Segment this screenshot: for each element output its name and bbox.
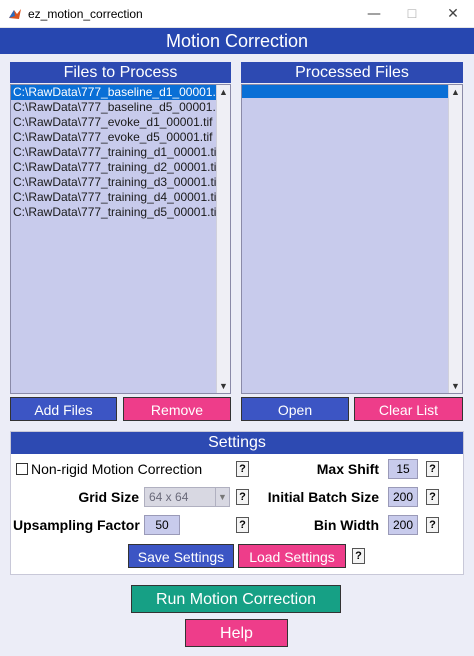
help-button[interactable]: Help	[185, 619, 288, 647]
remove-button[interactable]: Remove	[123, 397, 231, 421]
grid-size-value: 64 x 64	[149, 490, 189, 504]
initial-batch-size-input[interactable]: 200	[388, 487, 418, 507]
list-item[interactable]: C:\RawData\777_baseline_d5_00001.tif	[11, 100, 225, 115]
max-shift-label: Max Shift	[316, 461, 379, 477]
list-item[interactable]	[242, 85, 448, 98]
processed-files-header: Processed Files	[241, 62, 463, 83]
window-title: ez_motion_correction	[28, 7, 143, 21]
list-item[interactable]: C:\RawData\777_training_d5_00001.tif	[11, 205, 220, 220]
batch-help-button[interactable]: ?	[426, 489, 439, 505]
maximize-icon[interactable]: ☐	[397, 4, 427, 24]
scroll-down-icon[interactable]: ▼	[449, 379, 462, 393]
open-button[interactable]: Open	[241, 397, 349, 421]
bin-width-input[interactable]: 200	[388, 515, 418, 535]
list-item[interactable]: C:\RawData\777_training_d4_00001.tif	[11, 190, 220, 205]
close-icon[interactable]: ✕	[438, 4, 468, 24]
grid-size-help-button[interactable]: ?	[236, 489, 249, 505]
page-title: Motion Correction	[0, 28, 474, 54]
settings-panel: Settings Non-rigid Motion Correction ? M…	[10, 431, 464, 575]
processed-list-scrollbar[interactable]: ▲ ▼	[448, 85, 462, 393]
minimize-icon[interactable]: —	[359, 4, 389, 24]
upsampling-factor-input[interactable]: 50	[144, 515, 180, 535]
scroll-up-icon[interactable]: ▲	[217, 85, 230, 99]
load-settings-button[interactable]: Load Settings	[238, 544, 346, 568]
max-shift-help-button[interactable]: ?	[426, 461, 439, 477]
nonrigid-checkbox[interactable]	[16, 463, 28, 475]
list-item[interactable]: C:\RawData\777_training_d1_00001.tif	[11, 145, 220, 160]
add-files-button[interactable]: Add Files	[10, 397, 117, 421]
initial-batch-size-label: Initial Batch Size	[267, 489, 379, 505]
upsampling-help-button[interactable]: ?	[236, 517, 249, 533]
list-item[interactable]: C:\RawData\777_baseline_d1_00001.tif	[11, 85, 225, 100]
max-shift-input[interactable]: 15	[388, 459, 418, 479]
scroll-up-icon[interactable]: ▲	[449, 85, 462, 99]
grid-size-label: Grid Size	[78, 489, 139, 505]
files-to-process-list[interactable]: C:\RawData\777_baseline_d1_00001.tif C:\R…	[10, 84, 231, 394]
save-settings-button[interactable]: Save Settings	[128, 544, 234, 568]
files-to-process-header: Files to Process	[10, 62, 231, 83]
main-panel: Motion Correction Files to Process C:\Ra…	[0, 28, 474, 656]
scroll-down-icon[interactable]: ▼	[217, 379, 230, 393]
clear-list-button[interactable]: Clear List	[354, 397, 463, 421]
settings-help-button[interactable]: ?	[352, 548, 365, 564]
list-item[interactable]: C:\RawData\777_evoke_d5_00001.tif	[11, 130, 216, 145]
processed-files-list[interactable]: ▲ ▼	[241, 84, 463, 394]
bin-width-help-button[interactable]: ?	[426, 517, 439, 533]
files-list-items: C:\RawData\777_baseline_d1_00001.tif C:\R…	[11, 85, 230, 220]
upsampling-factor-label: Upsampling Factor	[13, 517, 140, 533]
nonrigid-help-button[interactable]: ?	[236, 461, 249, 477]
grid-size-select[interactable]: 64 x 64 ▼	[144, 487, 230, 507]
run-motion-correction-button[interactable]: Run Motion Correction	[131, 585, 341, 613]
list-item[interactable]: C:\RawData\777_evoke_d1_00001.tif	[11, 115, 216, 130]
settings-header: Settings	[11, 432, 463, 454]
files-list-scrollbar[interactable]: ▲ ▼	[216, 85, 230, 393]
bin-width-label: Bin Width	[313, 517, 379, 533]
list-item[interactable]: C:\RawData\777_training_d2_00001.tif	[11, 160, 220, 175]
chevron-down-icon: ▼	[215, 488, 229, 506]
list-item[interactable]: C:\RawData\777_training_d3_00001.tif	[11, 175, 220, 190]
title-bar: ez_motion_correction — ☐ ✕	[0, 0, 474, 28]
nonrigid-label: Non-rigid Motion Correction	[31, 461, 203, 477]
matlab-icon	[9, 9, 21, 19]
